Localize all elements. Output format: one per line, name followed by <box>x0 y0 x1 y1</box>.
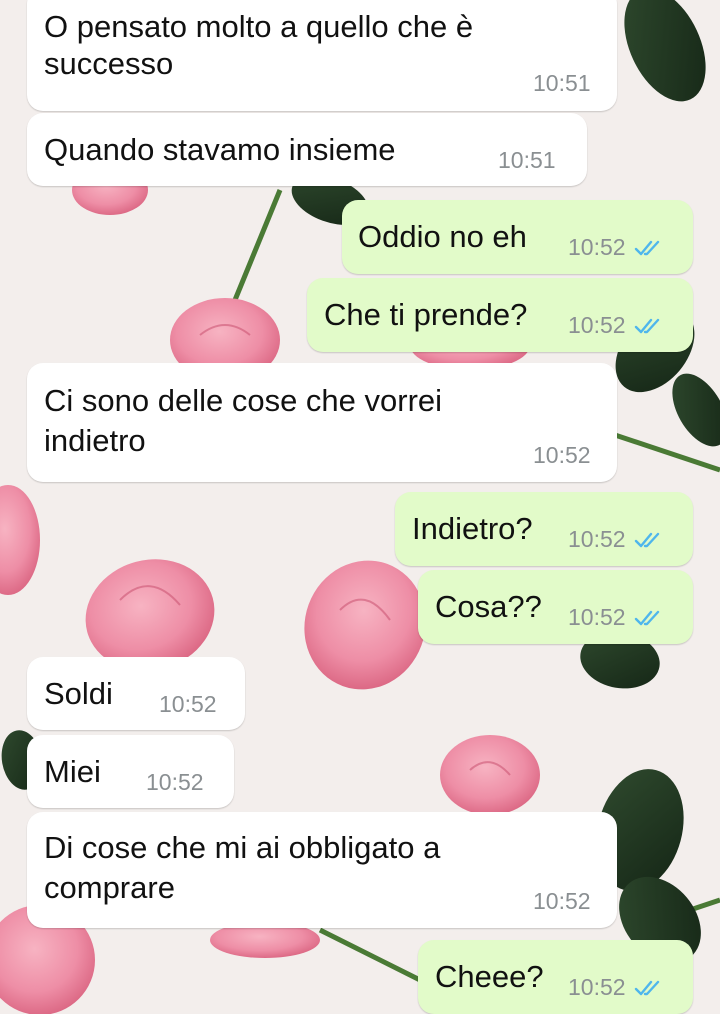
double-check-icon <box>634 240 659 255</box>
message-time: 10:52 <box>159 691 217 717</box>
message-time: 10:52 <box>533 442 591 468</box>
chat-messages[interactable]: O pensato molto a quello che è successo … <box>0 0 720 1014</box>
message-bubble-incoming[interactable]: O pensato molto a quello che è successo … <box>27 0 617 111</box>
message-bubble-outgoing[interactable]: Che ti prende? 10:52 <box>307 278 693 352</box>
message-bubble-incoming[interactable]: Ci sono delle cose che vorrei indietro 1… <box>27 363 617 482</box>
message-text: Cosa?? <box>435 589 542 624</box>
message-text: Indietro? <box>412 511 533 546</box>
message-text: comprare <box>44 870 175 905</box>
message-text: successo <box>44 46 174 81</box>
message-text: Che ti prende? <box>324 297 528 332</box>
message-bubble-outgoing[interactable]: Oddio no eh 10:52 <box>342 200 693 274</box>
message-bubble-outgoing[interactable]: Cosa?? 10:52 <box>418 570 693 644</box>
message-text: Cheee? <box>435 959 544 994</box>
message-time: 10:51 <box>498 147 556 173</box>
message-time: 10:52 <box>568 974 664 1001</box>
message-time: 10:52 <box>568 604 664 631</box>
message-bubble-incoming[interactable]: Soldi 10:52 <box>27 657 245 730</box>
message-text: Miei <box>44 754 101 789</box>
message-text: O pensato molto a quello che è <box>44 9 474 44</box>
message-time: 10:52 <box>146 769 204 795</box>
message-time: 10:52 <box>568 526 664 553</box>
message-text: Oddio no eh <box>358 219 527 254</box>
double-check-icon <box>634 980 659 995</box>
message-text: indietro <box>44 423 146 458</box>
message-bubble-outgoing[interactable]: Cheee? 10:52 <box>418 940 693 1014</box>
message-bubble-incoming[interactable]: Di cose che mi ai obbligato a comprare 1… <box>27 812 617 928</box>
message-time: 10:52 <box>568 234 664 261</box>
message-text: Ci sono delle cose che vorrei <box>44 383 443 418</box>
message-bubble-outgoing[interactable]: Indietro? 10:52 <box>395 492 693 566</box>
double-check-icon <box>634 610 659 625</box>
message-time: 10:52 <box>533 888 591 914</box>
double-check-icon <box>634 318 659 333</box>
message-time: 10:52 <box>568 312 664 339</box>
message-time: 10:51 <box>533 70 591 96</box>
message-bubble-incoming[interactable]: Quando stavamo insieme 10:51 <box>27 113 587 186</box>
message-bubble-incoming[interactable]: Miei 10:52 <box>27 735 234 808</box>
message-text: Di cose che mi ai obbligato a <box>44 830 441 865</box>
message-text: Quando stavamo insieme <box>44 132 396 167</box>
message-text: Soldi <box>44 676 113 711</box>
double-check-icon <box>634 532 659 547</box>
